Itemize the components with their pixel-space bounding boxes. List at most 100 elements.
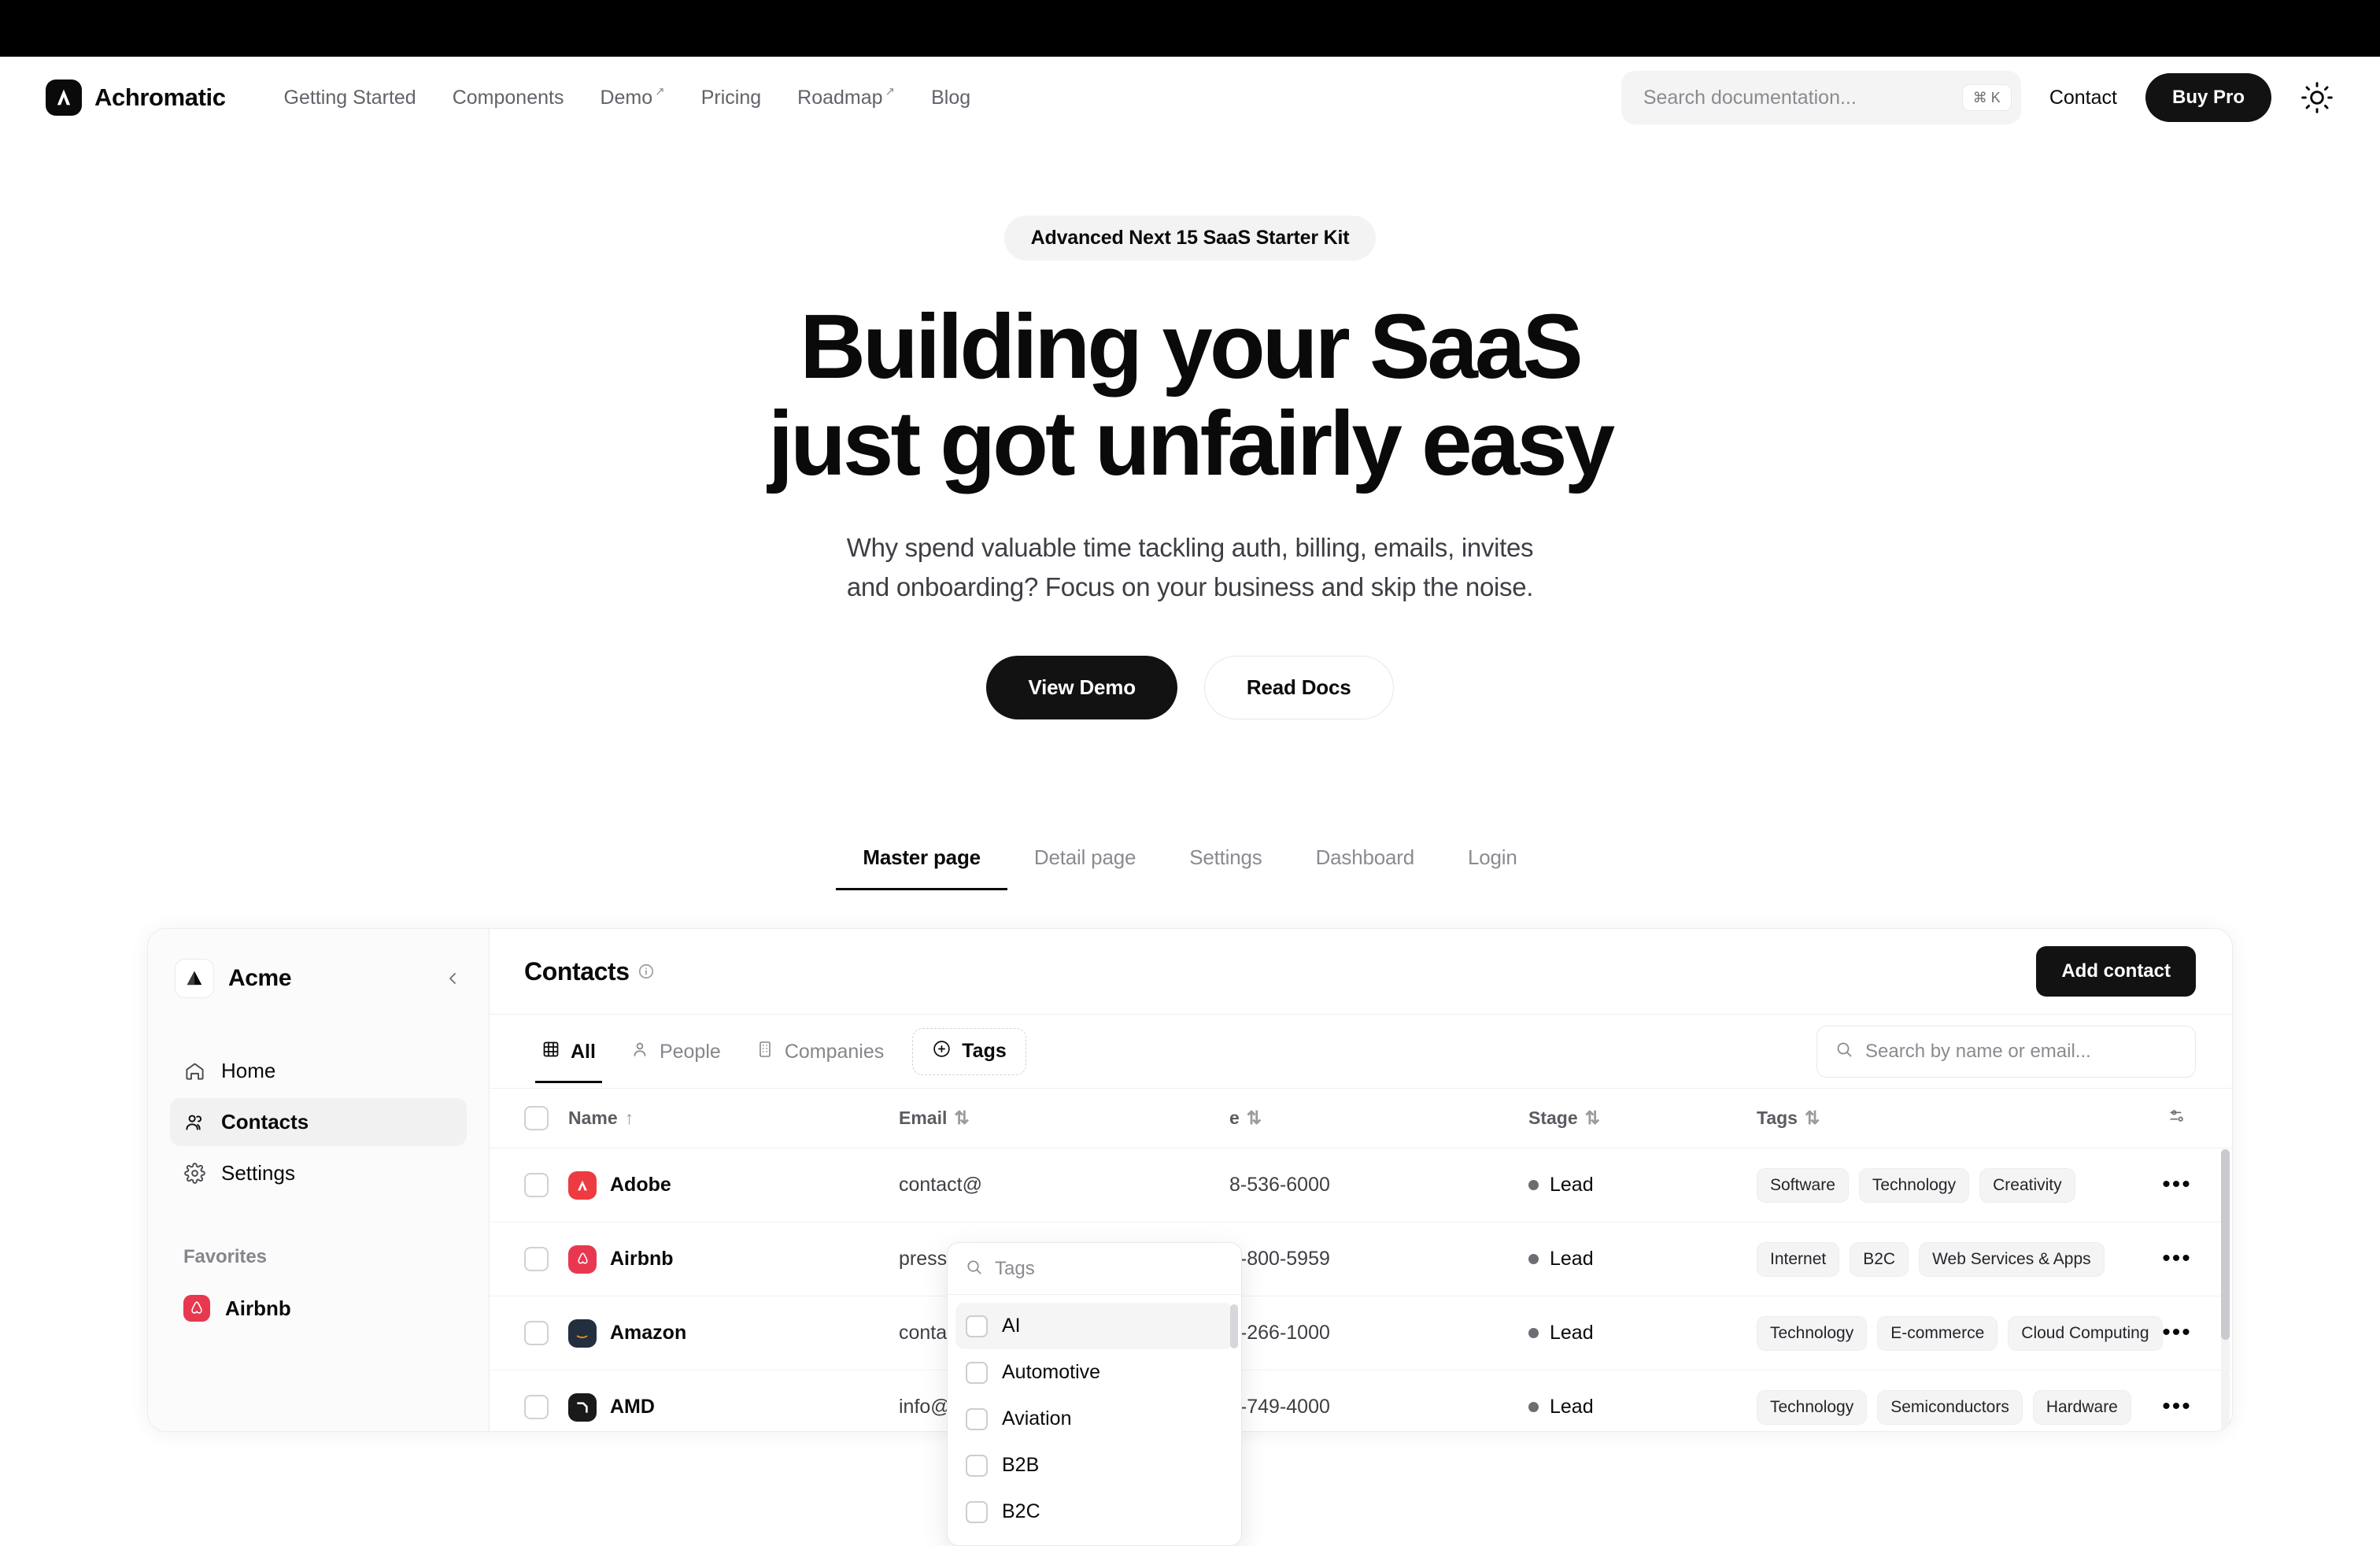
nav-link-blog[interactable]: Blog	[931, 87, 970, 109]
tags-option-checkbox[interactable]	[966, 1454, 988, 1477]
nav-link-components[interactable]: Components	[453, 87, 564, 109]
tab-dashboard[interactable]: Dashboard	[1289, 845, 1441, 890]
hero-section: Advanced Next 15 SaaS Starter Kit Buildi…	[0, 139, 2380, 720]
select-all-checkbox[interactable]	[524, 1106, 549, 1131]
app-sidebar: Acme Home Contacts Settings Favorites Ai…	[148, 929, 490, 1432]
tab-master-page[interactable]: Master page	[836, 845, 1007, 891]
adobe-icon	[568, 1171, 597, 1200]
table-row[interactable]: AMD info@am 8-749-4000 Lead Technology S…	[490, 1370, 2232, 1432]
row-checkbox[interactable]	[524, 1173, 549, 1198]
tags-popover-list: AI Automotive Aviation B2B B2C	[948, 1295, 1241, 1535]
tags-option-aviation[interactable]: Aviation	[955, 1396, 1233, 1442]
column-email[interactable]: Email ⇅	[888, 1089, 1218, 1148]
sidebar-item-label: Settings	[221, 1161, 295, 1185]
row-actions-menu[interactable]: •••	[2162, 1393, 2192, 1419]
row-name-cell: Adobe	[568, 1171, 877, 1200]
gear-icon	[183, 1162, 206, 1185]
column-name[interactable]: Name ↑	[557, 1089, 888, 1148]
sidebar-item-settings[interactable]: Settings	[170, 1149, 467, 1197]
tags-option-checkbox[interactable]	[966, 1500, 988, 1523]
tag-badge: B2C	[1850, 1241, 1909, 1277]
documentation-search-input[interactable]: Search documentation... ⌘ K	[1621, 71, 2021, 124]
row-stage-label: Lead	[1550, 1174, 1594, 1196]
row-checkbox[interactable]	[524, 1247, 549, 1272]
tags-option-ai[interactable]: AI	[955, 1303, 1233, 1349]
row-stage-label: Lead	[1550, 1396, 1594, 1418]
column-phone-label: e	[1229, 1108, 1240, 1129]
table-row[interactable]: Adobe contact@ 8-536-6000 Lead Software …	[490, 1148, 2232, 1222]
app-page-title: Contacts	[524, 957, 655, 986]
sliders-icon[interactable]	[2168, 1109, 2187, 1130]
tags-filter-button[interactable]: Tags	[912, 1027, 1026, 1075]
row-name-cell: Airbnb	[568, 1245, 877, 1274]
info-icon[interactable]	[638, 963, 655, 980]
read-docs-button[interactable]: Read Docs	[1203, 656, 1394, 720]
table-vertical-scrollbar[interactable]	[2221, 1149, 2230, 1432]
buy-pro-button[interactable]: Buy Pro	[2145, 73, 2271, 122]
page-title: Building your SaaS just got unfairly eas…	[0, 298, 2380, 492]
column-settings[interactable]	[2122, 1089, 2232, 1148]
tags-option-b2c[interactable]: B2C	[955, 1489, 1233, 1535]
tags-option-checkbox[interactable]	[966, 1361, 988, 1384]
tags-popover-search-input[interactable]: Tags	[948, 1243, 1241, 1295]
tag-badge: Technology	[1858, 1167, 1970, 1203]
brand-name: Achromatic	[94, 83, 226, 111]
tags-option-automotive[interactable]: Automotive	[955, 1349, 1233, 1396]
tags-option-checkbox[interactable]	[966, 1407, 988, 1430]
row-stage: Lead	[1528, 1396, 1735, 1418]
filter-tab-label: Companies	[784, 1041, 885, 1063]
column-stage[interactable]: Stage ⇅	[1517, 1089, 1746, 1148]
row-checkbox[interactable]	[524, 1395, 549, 1420]
row-actions-menu[interactable]: •••	[2162, 1319, 2192, 1345]
grid-icon	[541, 1040, 560, 1064]
nav-right-group: Search documentation... ⌘ K Contact Buy …	[1621, 71, 2334, 124]
scrollbar-thumb[interactable]	[2221, 1149, 2230, 1341]
view-demo-button[interactable]: View Demo	[986, 656, 1177, 720]
nav-link-pricing[interactable]: Pricing	[701, 87, 761, 109]
tag-badge: E-commerce	[1877, 1315, 1998, 1351]
column-tags[interactable]: Tags ⇅	[1746, 1089, 2122, 1148]
sidebar-org-header[interactable]: Acme	[170, 959, 467, 999]
filter-tab-label: People	[659, 1041, 721, 1063]
row-stage-label: Lead	[1550, 1248, 1594, 1270]
row-tags: Technology Semiconductors Hardware	[1757, 1389, 2131, 1425]
table-row[interactable]: Amazon contact@ 6-266-1000 Lead Technolo…	[490, 1296, 2232, 1370]
hero-title-line-1: Building your SaaS	[800, 295, 1583, 398]
sidebar-item-home[interactable]: Home	[170, 1047, 467, 1095]
contact-link[interactable]: Contact	[2049, 87, 2117, 109]
tab-detail-page[interactable]: Detail page	[1007, 845, 1162, 890]
search-icon	[965, 1258, 983, 1280]
column-phone[interactable]: e ⇅	[1218, 1089, 1517, 1148]
filter-tab-all[interactable]: All	[524, 1019, 613, 1084]
nav-link-label: Roadmap	[797, 86, 883, 109]
tag-badge: Semiconductors	[1877, 1389, 2023, 1425]
row-stage: Lead	[1528, 1174, 1735, 1196]
scrollbar-thumb[interactable]	[1230, 1304, 1238, 1348]
filter-tab-people[interactable]: People	[613, 1019, 738, 1083]
filter-tab-companies[interactable]: Companies	[738, 1019, 901, 1083]
sun-icon[interactable]	[2300, 80, 2334, 115]
status-dot	[1528, 1328, 1539, 1339]
nav-link-roadmap[interactable]: Roadmap ↗	[797, 85, 895, 109]
tab-login[interactable]: Login	[1441, 845, 1544, 890]
row-checkbox[interactable]	[524, 1321, 549, 1346]
row-name-cell: AMD	[568, 1393, 877, 1422]
row-email: contact@	[899, 1174, 982, 1196]
nav-link-demo[interactable]: Demo ↗	[600, 85, 664, 109]
brand-logo[interactable]: Achromatic	[46, 80, 226, 116]
sidebar-item-contacts[interactable]: Contacts	[170, 1098, 467, 1147]
row-actions-menu[interactable]: •••	[2162, 1171, 2192, 1197]
add-contact-button[interactable]: Add contact	[2036, 946, 2196, 997]
table-row[interactable]: Airbnb press@a 5-800-5959 Lead Internet …	[490, 1222, 2232, 1296]
sidebar-favorite-airbnb[interactable]: Airbnb	[170, 1290, 467, 1326]
tags-option-label: B2C	[1002, 1500, 1040, 1522]
nav-link-getting-started[interactable]: Getting Started	[284, 87, 416, 109]
row-actions-menu[interactable]: •••	[2162, 1245, 2192, 1271]
tab-settings[interactable]: Settings	[1162, 845, 1288, 890]
tags-popover-scrollbar[interactable]	[1230, 1304, 1238, 1545]
contacts-search-input[interactable]: Search by name or email...	[1816, 1025, 2196, 1078]
tags-option-label: Aviation	[1002, 1407, 1072, 1429]
tags-option-b2b[interactable]: B2B	[955, 1442, 1233, 1489]
tags-option-checkbox[interactable]	[966, 1315, 988, 1337]
chevron-left-icon[interactable]	[443, 969, 462, 988]
